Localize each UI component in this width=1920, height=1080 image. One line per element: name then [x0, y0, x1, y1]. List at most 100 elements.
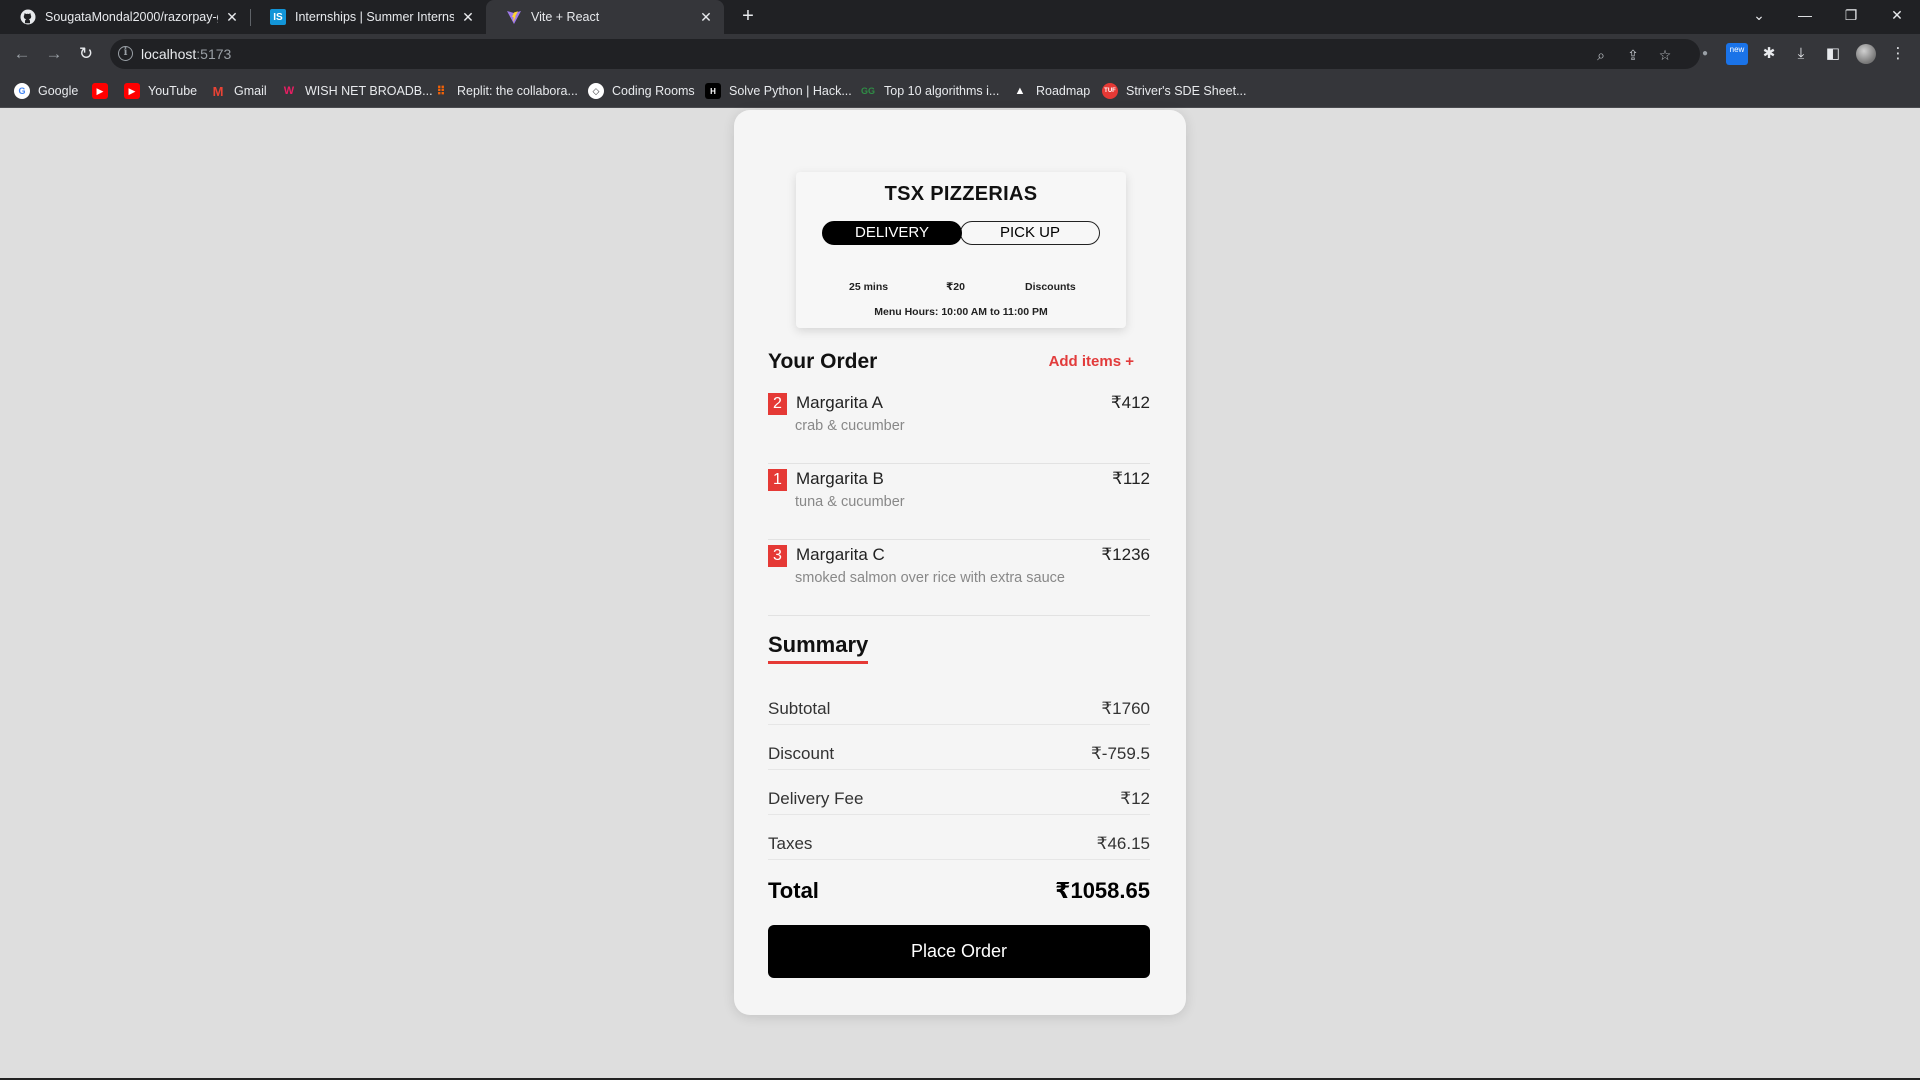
- quantity-badge: 3: [768, 545, 787, 567]
- total-label: Total: [768, 878, 819, 903]
- profile-avatar[interactable]: [1856, 44, 1876, 64]
- bookmark-label: Striver's SDE Sheet...: [1126, 84, 1247, 98]
- bookmark-roadmap[interactable]: ▲ Roadmap: [1012, 82, 1091, 100]
- close-icon[interactable]: ✕: [224, 9, 240, 26]
- bookmark-label: Replit: the collabora...: [457, 84, 578, 98]
- google-icon: G: [14, 83, 30, 99]
- item-description: crab & cucumber: [795, 418, 905, 434]
- bookmark-label: YouTube: [148, 84, 198, 98]
- tab-vite-react[interactable]: Vite + React ✕: [486, 0, 724, 34]
- item-price: ₹412: [1110, 393, 1150, 412]
- wishnet-icon: W: [283, 85, 295, 97]
- summary-value: ₹1760: [1101, 699, 1150, 718]
- bookmark-youtube-icon-only[interactable]: ▶: [92, 82, 116, 100]
- browser-toolbar: ← → ↻ i localhost:5173 ⌕ ⇪ ☆ ● new ✱ ⤓ ◧…: [0, 34, 1920, 74]
- summary-row-taxes: Taxes ₹46.15: [768, 830, 1150, 860]
- place-order-button[interactable]: Place Order: [768, 925, 1150, 978]
- url-text[interactable]: localhost:5173: [141, 46, 231, 62]
- bookmark-google[interactable]: G Google: [14, 82, 78, 100]
- order-item: 1 Margarita B ₹112 tuna & cucumber: [768, 464, 1150, 540]
- side-panel-icon[interactable]: ◧: [1822, 43, 1844, 65]
- tab-title: Vite + React: [531, 10, 600, 24]
- bookmark-gmail[interactable]: M Gmail: [210, 82, 267, 100]
- bookmark-wishnet[interactable]: W WISH NET BROADB...: [281, 82, 433, 100]
- extension-icon[interactable]: ●: [1694, 43, 1716, 65]
- your-order-heading: Your Order: [768, 350, 878, 373]
- extension-new-icon[interactable]: new: [1726, 43, 1748, 65]
- new-tab-button[interactable]: +: [736, 6, 760, 28]
- tab-search-chevron-icon[interactable]: ⌄: [1736, 0, 1782, 30]
- url-port: :5173: [196, 46, 232, 62]
- replit-icon: ⠿: [436, 84, 446, 98]
- summary-label: Delivery Fee: [768, 789, 864, 808]
- summary-row-subtotal: Subtotal ₹1760: [768, 695, 1150, 725]
- add-items-link[interactable]: Add items +: [1049, 353, 1134, 370]
- menu-icon[interactable]: ⋮: [1887, 43, 1909, 65]
- gmail-icon: M: [212, 83, 224, 99]
- tab-title: SougataMondal2000/razorpay-g: [45, 10, 218, 24]
- github-icon: [20, 9, 36, 25]
- tab-github[interactable]: SougataMondal2000/razorpay-g ✕: [0, 0, 250, 34]
- summary-value: ₹46.15: [1096, 834, 1150, 853]
- bookmark-striver[interactable]: TUF Striver's SDE Sheet...: [1102, 82, 1246, 100]
- delivery-option[interactable]: DELIVERY: [822, 221, 962, 245]
- minimize-icon[interactable]: —: [1782, 0, 1828, 30]
- order-item: 3 Margarita C ₹1236 smoked salmon over r…: [768, 540, 1150, 616]
- total-value: ₹1058.65: [1055, 878, 1150, 903]
- address-bar[interactable]: i localhost:5173 ⌕ ⇪ ☆: [110, 39, 1700, 69]
- back-arrow-icon[interactable]: ←: [10, 42, 34, 66]
- quantity-badge: 1: [768, 469, 787, 491]
- item-description: smoked salmon over rice with extra sauce: [795, 570, 1065, 586]
- window-close-icon[interactable]: ✕: [1874, 0, 1920, 30]
- bookmarks-bar: G Google ▶ ▶ YouTube M Gmail W WISH NET …: [0, 74, 1920, 108]
- summary-value: ₹-759.5: [1090, 744, 1150, 763]
- item-price: ₹112: [1112, 469, 1150, 488]
- restore-icon[interactable]: ❐: [1828, 0, 1874, 30]
- discounts-label: Discounts: [1025, 281, 1076, 293]
- bookmark-gfg[interactable]: GG Top 10 algorithms i...: [860, 82, 999, 100]
- bookmark-youtube[interactable]: ▶ YouTube: [124, 82, 197, 100]
- close-icon[interactable]: ✕: [698, 9, 714, 26]
- bookmark-hackerrank[interactable]: H Solve Python | Hack...: [705, 82, 852, 100]
- delivery-mode-toggle: PICK UP DELIVERY: [822, 221, 1100, 245]
- youtube-icon: ▶: [92, 83, 108, 99]
- order-item: 2 Margarita A ₹412 crab & cucumber: [768, 388, 1150, 464]
- summary-row-delivery-fee: Delivery Fee ₹12: [768, 785, 1150, 815]
- vite-icon: [506, 9, 522, 25]
- roadmap-icon: ▲: [1014, 85, 1026, 97]
- codingrooms-icon: ◇: [588, 83, 604, 99]
- bookmark-label: Solve Python | Hack...: [729, 84, 852, 98]
- tab-title: Internships | Summer Internship: [295, 10, 454, 24]
- pickup-option[interactable]: PICK UP: [960, 221, 1100, 245]
- zoom-icon[interactable]: ⌕: [1592, 46, 1610, 64]
- puzzle-icon[interactable]: ✱: [1758, 43, 1780, 65]
- reload-icon[interactable]: ↻: [74, 42, 98, 66]
- gfg-icon: GG: [860, 86, 875, 96]
- restaurant-name: TSX PIZZERIAS: [884, 183, 1038, 205]
- bookmark-label: WISH NET BROADB...: [305, 84, 433, 98]
- item-price: ₹1236: [1101, 545, 1150, 564]
- summary-row-discount: Discount ₹-759.5: [768, 740, 1150, 770]
- close-icon[interactable]: ✕: [460, 9, 476, 26]
- forward-arrow-icon[interactable]: →: [42, 42, 66, 66]
- menu-hours: Menu Hours: 10:00 AM to 11:00 PM: [874, 306, 1048, 318]
- delivery-time: 25 mins: [849, 281, 889, 293]
- summary-label: Taxes: [768, 834, 813, 853]
- download-icon[interactable]: ⤓: [1790, 43, 1812, 65]
- bookmark-label: Top 10 algorithms i...: [884, 84, 1000, 98]
- summary-value: ₹12: [1120, 789, 1150, 808]
- summary-heading: Summary: [768, 632, 869, 664]
- bookmark-coding-rooms[interactable]: ◇ Coding Rooms: [588, 82, 695, 100]
- item-name: Margarita C: [796, 545, 885, 564]
- share-icon[interactable]: ⇪: [1624, 46, 1642, 64]
- restaurant-info-card: TSX PIZZERIAS PICK UP DELIVERY 25 mins ₹…: [796, 172, 1126, 328]
- internshala-icon: IS: [270, 9, 286, 25]
- bookmark-label: Gmail: [234, 84, 267, 98]
- tab-internshala[interactable]: IS Internships | Summer Internship ✕: [250, 0, 486, 34]
- info-icon[interactable]: i: [118, 46, 133, 61]
- summary-label: Subtotal: [768, 699, 831, 718]
- bookmark-replit[interactable]: ⠿ Replit: the collabora...: [433, 82, 578, 100]
- bookmark-label: Roadmap: [1036, 84, 1091, 98]
- browser-tab-strip: SougataMondal2000/razorpay-g ✕ IS Intern…: [0, 0, 1920, 34]
- bookmark-star-icon[interactable]: ☆: [1656, 46, 1674, 64]
